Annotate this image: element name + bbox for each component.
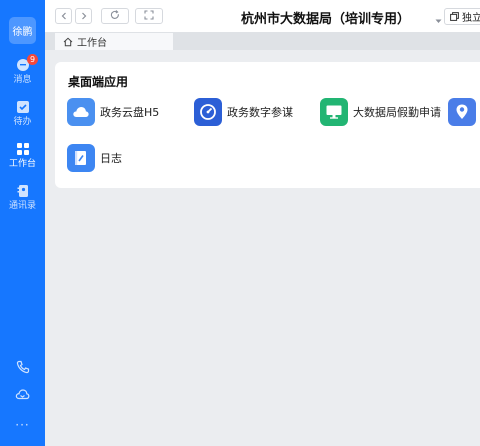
sidebar-item-label: 通讯录 <box>8 201 36 211</box>
tab-label: 工作台 <box>77 38 107 49</box>
gauge-icon <box>194 98 222 126</box>
checkbox-icon <box>16 100 30 114</box>
refresh-icon <box>110 9 120 23</box>
desktop-apps-panel: 桌面端应用 政务云盘H5 政务数字参谋 大数据局假勤申请 日志 <box>55 62 480 188</box>
app-label: 日志 <box>100 152 122 165</box>
popout-icon <box>450 12 459 21</box>
cloud-icon[interactable] <box>0 388 45 401</box>
tab-bar: 工作台 <box>45 32 480 50</box>
cloud-drive-icon <box>67 98 95 126</box>
log-icon <box>67 144 95 172</box>
app-label: 政务云盘H5 <box>100 106 160 119</box>
chevron-left-icon <box>60 9 68 23</box>
app-leave-application[interactable]: 大数据局假勤申请 <box>320 98 441 126</box>
app-gov-cloud-drive[interactable]: 政务云盘H5 <box>67 98 159 126</box>
app-log[interactable]: 日志 <box>67 144 122 172</box>
sidebar-item-label: 工作台 <box>8 159 36 169</box>
sidebar-item-todo[interactable]: 待办 <box>0 100 45 134</box>
chevron-right-icon <box>80 9 88 23</box>
sidebar-item-label: 待办 <box>13 117 32 127</box>
contacts-icon <box>16 184 30 198</box>
standalone-window-button[interactable]: 独立 <box>444 8 480 25</box>
refresh-button[interactable] <box>101 8 129 24</box>
window-titlebar: 杭州市大数据局（培训专用） 独立 <box>45 0 480 32</box>
unread-badge: 9 <box>27 54 38 65</box>
sidebar: 徐鹏 9 消息 待办 工作台 通讯录 ··· <box>0 0 45 446</box>
forward-button[interactable] <box>75 8 92 24</box>
sidebar-item-messages[interactable]: 9 消息 <box>0 54 45 92</box>
more-icon[interactable]: ··· <box>0 418 45 432</box>
back-button[interactable] <box>55 8 72 24</box>
sidebar-item-workbench[interactable]: 工作台 <box>0 142 45 176</box>
standalone-label: 独立 <box>462 13 480 24</box>
location-icon <box>448 98 476 126</box>
app-label: 大数据局假勤申请 <box>353 106 441 119</box>
app-gov-digital-advisor[interactable]: 政务数字参谋 <box>194 98 293 126</box>
window-title: 杭州市大数据局（培训专用） <box>241 12 411 27</box>
app-location[interactable] <box>448 98 476 126</box>
app-label: 政务数字参谋 <box>227 106 293 119</box>
expand-icon <box>144 9 154 23</box>
phone-icon[interactable] <box>0 360 45 374</box>
grid-icon <box>16 142 30 156</box>
sidebar-item-label: 消息 <box>13 75 32 85</box>
section-title: 桌面端应用 <box>68 75 129 89</box>
sidebar-item-contacts[interactable]: 通讯录 <box>0 184 45 218</box>
avatar[interactable]: 徐鹏 <box>9 17 36 44</box>
tab-workbench[interactable]: 工作台 <box>55 33 173 50</box>
caret-down-icon[interactable] <box>435 13 442 27</box>
home-icon <box>63 37 73 46</box>
fullscreen-button[interactable] <box>135 8 163 24</box>
monitor-icon <box>320 98 348 126</box>
